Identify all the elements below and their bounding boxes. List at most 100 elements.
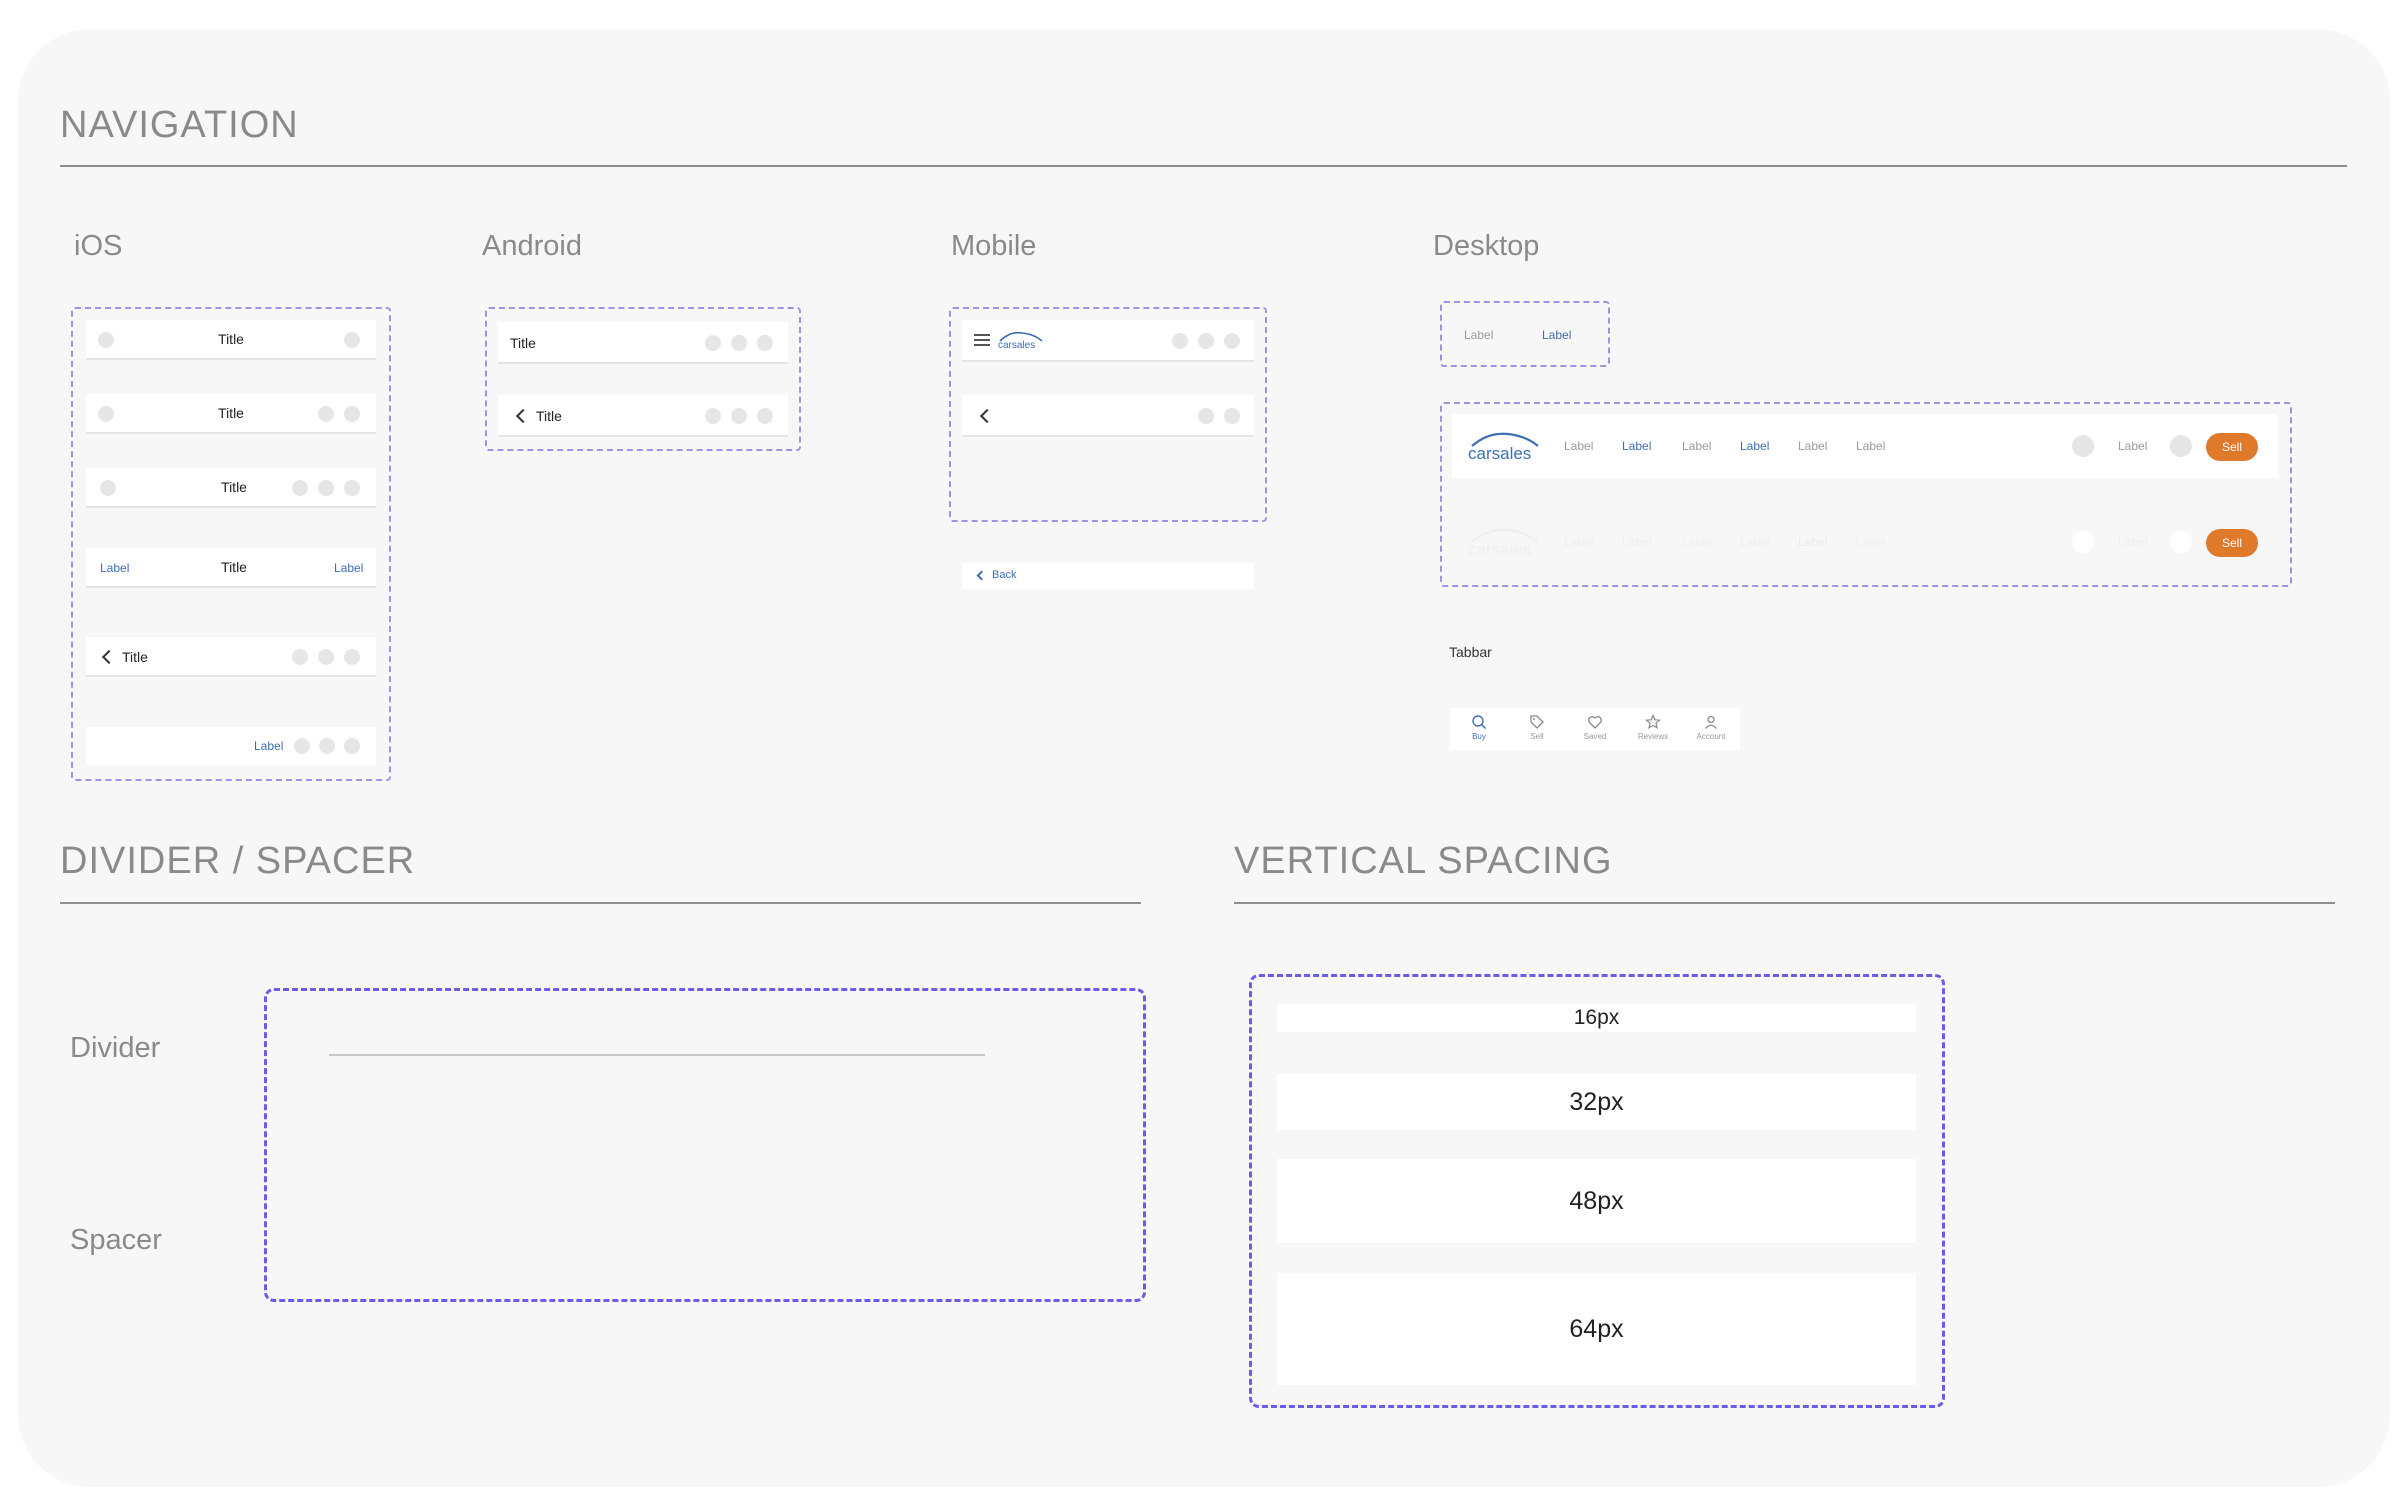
circle-icon[interactable]	[757, 408, 773, 424]
circle-icon[interactable]	[344, 738, 360, 754]
spacing-16: 16px	[1277, 1004, 1916, 1032]
nav-link[interactable]: Label	[1740, 535, 1769, 549]
tab-saved[interactable]: Saved	[1566, 714, 1624, 741]
nav-link-active[interactable]: Label	[1740, 439, 1769, 453]
spacer-label: Spacer	[70, 1224, 162, 1256]
nav-link[interactable]: Label	[1682, 535, 1711, 549]
ios-nav-bar: Title	[86, 394, 376, 434]
section-rule	[60, 165, 2347, 167]
search-icon	[1472, 715, 1486, 729]
tabbar: Buy Sell Saved Reviews Account	[1450, 708, 1740, 750]
spacing-64: 64px	[1277, 1273, 1916, 1385]
mobile-header-back	[962, 395, 1254, 437]
circle-icon[interactable]	[318, 480, 334, 496]
svg-text:carsales: carsales	[1468, 540, 1531, 559]
nav-link[interactable]: Label	[1564, 535, 1593, 549]
circle-icon[interactable]	[344, 480, 360, 496]
divider-line	[329, 1054, 985, 1056]
heart-icon	[1588, 716, 1602, 729]
svg-text:carsales: carsales	[1468, 444, 1531, 463]
ios-nav-bar: Title	[86, 468, 376, 508]
platform-title-desktop: Desktop	[1433, 230, 1540, 262]
divider-spacer-frame	[264, 988, 1146, 1302]
platform-title-android: Android	[482, 230, 582, 262]
circle-icon[interactable]	[292, 480, 308, 496]
section-title-navigation: NAVIGATION	[60, 104, 299, 146]
circle-icon[interactable]	[344, 649, 360, 665]
section-rule	[60, 902, 1141, 904]
circle-icon[interactable]	[1172, 333, 1188, 349]
circle-icon[interactable]	[1198, 408, 1214, 424]
circle-icon[interactable]	[1198, 333, 1214, 349]
tab-label: Sell	[1530, 732, 1544, 741]
circle-icon[interactable]	[344, 332, 360, 348]
nav-link[interactable]: Label	[1856, 439, 1885, 453]
circle-icon[interactable]	[318, 649, 334, 665]
circle-icon[interactable]	[757, 335, 773, 351]
tab-label[interactable]: Label	[1464, 328, 1493, 342]
android-app-bar: Title	[498, 322, 788, 364]
nav-right-label[interactable]: Label	[334, 561, 363, 575]
chevron-left-icon[interactable]	[515, 408, 531, 424]
user-icon	[1705, 715, 1717, 729]
circle-icon[interactable]	[2072, 531, 2094, 553]
circle-icon[interactable]	[344, 406, 360, 422]
carsales-logo[interactable]: carsales	[1466, 428, 1544, 464]
tab-label: Reviews	[1637, 732, 1669, 741]
tab-reviews[interactable]: Reviews	[1624, 714, 1682, 741]
section-title-divider-spacer: DIVIDER / SPACER	[60, 840, 416, 882]
circle-icon[interactable]	[2170, 435, 2192, 457]
desktop-header: carsales Label Label Label Label Label L…	[1452, 414, 2278, 478]
chevron-left-icon[interactable]	[101, 649, 117, 665]
circle-icon[interactable]	[292, 649, 308, 665]
nav-link-active[interactable]: Label	[1622, 439, 1651, 453]
tab-label: Account	[1696, 732, 1726, 741]
nav-link[interactable]: Label	[2118, 439, 2147, 453]
tab-label-active[interactable]: Label	[1542, 328, 1571, 342]
tab-buy[interactable]: Buy	[1450, 714, 1508, 741]
circle-icon[interactable]	[1224, 408, 1240, 424]
circle-icon[interactable]	[731, 335, 747, 351]
mobile-header: carsales	[962, 320, 1254, 362]
circle-icon[interactable]	[1224, 333, 1240, 349]
app-bar-title: Title	[510, 335, 536, 351]
circle-icon[interactable]	[705, 408, 721, 424]
ios-nav-group	[71, 307, 391, 781]
circle-icon[interactable]	[705, 335, 721, 351]
sell-button[interactable]: Sell	[2206, 529, 2258, 557]
section-rule	[1234, 902, 2335, 904]
circle-icon[interactable]	[2072, 435, 2094, 457]
spacing-32: 32px	[1277, 1074, 1916, 1130]
chevron-left-icon	[976, 570, 987, 581]
nav-link[interactable]: Label	[2118, 535, 2147, 549]
tag-icon	[1530, 715, 1544, 729]
nav-link[interactable]: Label	[1622, 535, 1651, 549]
circle-icon[interactable]	[731, 408, 747, 424]
menu-icon[interactable]	[974, 334, 990, 346]
spacing-48: 48px	[1277, 1159, 1916, 1243]
nav-link[interactable]: Label	[1856, 535, 1885, 549]
tab-label: Saved	[1583, 732, 1607, 741]
circle-icon[interactable]	[319, 738, 335, 754]
star-icon	[1645, 714, 1661, 730]
nav-link[interactable]: Label	[1682, 439, 1711, 453]
tab-label: Buy	[1472, 732, 1486, 741]
back-label: Back	[992, 569, 1017, 581]
tabbar-caption: Tabbar	[1449, 644, 1492, 660]
carsales-logo[interactable]: carsales	[1466, 524, 1544, 560]
android-app-bar: Title	[498, 395, 788, 437]
nav-link[interactable]: Label	[1798, 535, 1827, 549]
nav-link[interactable]: Label	[1564, 439, 1593, 453]
mobile-back-link[interactable]: Back	[962, 563, 1254, 589]
circle-icon[interactable]	[318, 406, 334, 422]
nav-right-label[interactable]: Label	[254, 739, 283, 753]
sell-button[interactable]: Sell	[2206, 433, 2258, 461]
tab-account[interactable]: Account	[1682, 714, 1740, 741]
nav-link[interactable]: Label	[1798, 439, 1827, 453]
chevron-left-icon[interactable]	[979, 408, 995, 424]
tab-sell[interactable]: Sell	[1508, 714, 1566, 741]
carsales-logo[interactable]: carsales	[996, 329, 1046, 351]
circle-icon[interactable]	[2170, 531, 2192, 553]
app-bar-title: Title	[536, 408, 562, 424]
circle-icon[interactable]	[294, 738, 310, 754]
